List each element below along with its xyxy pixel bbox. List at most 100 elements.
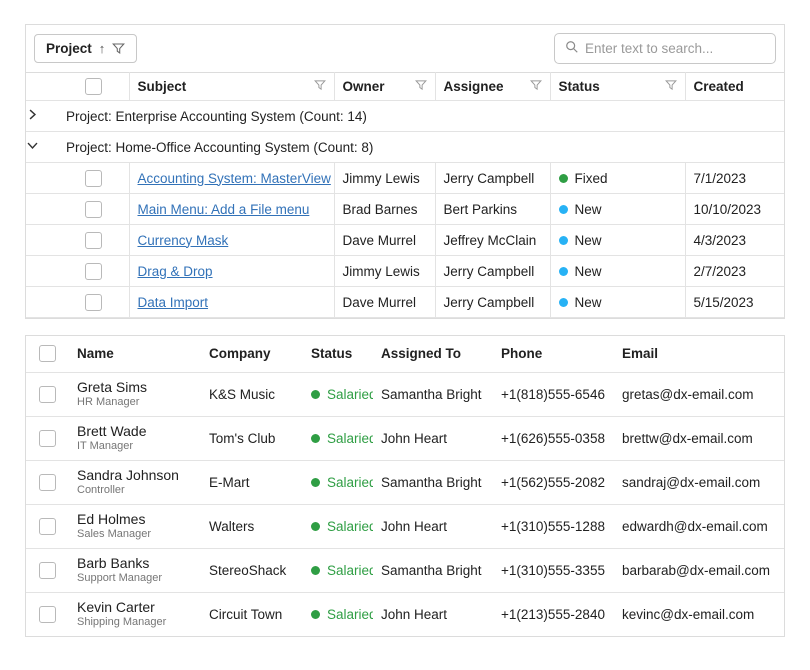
owner-cell: Jimmy Lewis — [334, 256, 435, 287]
subject-link[interactable]: Currency Mask — [138, 233, 229, 248]
status-dot — [311, 434, 320, 443]
column-header-status[interactable]: Status — [303, 336, 373, 372]
table-row[interactable]: Kevin Carter Shipping Manager Circuit To… — [26, 592, 784, 636]
phone-cell: +1(310)555-3355 — [493, 548, 614, 592]
status-label: Salaried — [327, 475, 373, 490]
row-checkbox[interactable] — [85, 263, 102, 280]
column-header-created[interactable]: Created — [685, 73, 784, 101]
assigned-to-cell: Samantha Bright — [373, 372, 493, 416]
employee-title: Controller — [77, 484, 193, 497]
table-row[interactable]: Brett Wade IT Manager Tom's Club Salarie… — [26, 416, 784, 460]
company-cell: Circuit Town — [201, 592, 303, 636]
status-dot — [311, 522, 320, 531]
assignee-cell: Jerry Campbell — [435, 163, 550, 194]
subject-link[interactable]: Accounting System: MasterView — [138, 171, 331, 186]
subject-link[interactable]: Main Menu: Add a File menu — [138, 202, 310, 217]
email-cell: kevinc@dx-email.com — [614, 592, 784, 636]
email-cell: gretas@dx-email.com — [614, 372, 784, 416]
grid-toolbar: Project ↑ — [26, 25, 784, 72]
column-header-company[interactable]: Company — [201, 336, 303, 372]
table-row[interactable]: Currency Mask Dave Murrel Jeffrey McClai… — [26, 225, 784, 256]
assignee-cell: Jerry Campbell — [435, 287, 550, 318]
company-cell: K&S Music — [201, 372, 303, 416]
filter-icon[interactable] — [665, 79, 677, 94]
search-input[interactable] — [585, 41, 765, 56]
row-checkbox[interactable] — [39, 562, 56, 579]
employee-name: Kevin Carter — [77, 599, 193, 616]
subject-link[interactable]: Drag & Drop — [138, 264, 213, 279]
filter-icon[interactable] — [314, 79, 326, 94]
status-dot — [559, 205, 568, 214]
employee-title: Shipping Manager — [77, 616, 193, 629]
phone-cell: +1(626)555-0358 — [493, 416, 614, 460]
owner-cell: Brad Barnes — [334, 194, 435, 225]
collapse-chevron-down-icon[interactable] — [26, 139, 39, 152]
status-dot — [311, 566, 320, 575]
row-checkbox[interactable] — [39, 606, 56, 623]
filter-icon[interactable] — [112, 42, 125, 55]
row-checkbox[interactable] — [85, 201, 102, 218]
expand-chevron-right-icon[interactable] — [26, 108, 39, 121]
table-row[interactable]: Main Menu: Add a File menu Brad Barnes B… — [26, 194, 784, 225]
employee-title: IT Manager — [77, 440, 193, 453]
owner-cell: Dave Murrel — [334, 287, 435, 318]
table-row[interactable]: Accounting System: MasterView Jimmy Lewi… — [26, 163, 784, 194]
group-row[interactable]: Project: Enterprise Accounting System (C… — [26, 101, 784, 132]
group-row[interactable]: Project: Home-Office Accounting System (… — [26, 132, 784, 163]
status-label: Salaried — [327, 519, 373, 534]
table-row[interactable]: Sandra Johnson Controller E-Mart Salarie… — [26, 460, 784, 504]
column-header-status[interactable]: Status — [550, 73, 685, 101]
status-dot — [559, 174, 568, 183]
email-cell: edwardh@dx-email.com — [614, 504, 784, 548]
search-box[interactable] — [554, 33, 776, 64]
column-header-subject[interactable]: Subject — [129, 73, 334, 101]
status-dot — [559, 298, 568, 307]
group-row-label: Project: Home-Office Accounting System (… — [58, 132, 784, 163]
select-all-checkbox[interactable] — [39, 345, 56, 362]
owner-cell: Dave Murrel — [334, 225, 435, 256]
row-checkbox[interactable] — [39, 474, 56, 491]
row-checkbox[interactable] — [39, 430, 56, 447]
filter-icon[interactable] — [415, 79, 427, 94]
status-dot — [311, 478, 320, 487]
column-header-name[interactable]: Name — [69, 336, 201, 372]
filter-icon[interactable] — [530, 79, 542, 94]
created-cell: 2/7/2023 — [685, 256, 784, 287]
row-checkbox[interactable] — [85, 170, 102, 187]
status-dot — [311, 390, 320, 399]
row-checkbox[interactable] — [39, 518, 56, 535]
group-panel-chip-project[interactable]: Project ↑ — [34, 34, 137, 63]
column-header-email[interactable]: Email — [614, 336, 784, 372]
table-row[interactable]: Data Import Dave Murrel Jerry Campbell N… — [26, 287, 784, 318]
row-checkbox[interactable] — [39, 386, 56, 403]
company-cell: E-Mart — [201, 460, 303, 504]
owner-cell: Jimmy Lewis — [334, 163, 435, 194]
assignee-cell: Jeffrey McClain — [435, 225, 550, 256]
table-row[interactable]: Ed Holmes Sales Manager Walters Salaried… — [26, 504, 784, 548]
column-header-phone[interactable]: Phone — [493, 336, 614, 372]
row-checkbox[interactable] — [85, 232, 102, 249]
issues-table: Subject Owner Assignee Status Cr — [26, 72, 784, 318]
created-cell: 7/1/2023 — [685, 163, 784, 194]
issues-grid: Project ↑ Subject — [25, 24, 785, 319]
sort-ascending-icon: ↑ — [99, 41, 106, 56]
status-dot — [559, 236, 568, 245]
assigned-to-cell: John Heart — [373, 416, 493, 460]
row-checkbox[interactable] — [85, 294, 102, 311]
group-row-label: Project: Enterprise Accounting System (C… — [58, 101, 784, 132]
table-row[interactable]: Greta Sims HR Manager K&S Music Salaried… — [26, 372, 784, 416]
column-header-owner[interactable]: Owner — [334, 73, 435, 101]
assignee-cell: Jerry Campbell — [435, 256, 550, 287]
subject-link[interactable]: Data Import — [138, 295, 209, 310]
employee-name: Barb Banks — [77, 555, 193, 572]
company-cell: Tom's Club — [201, 416, 303, 460]
status-label: New — [575, 264, 602, 279]
table-row[interactable]: Barb Banks Support Manager StereoShack S… — [26, 548, 784, 592]
table-row[interactable]: Drag & Drop Jimmy Lewis Jerry Campbell N… — [26, 256, 784, 287]
select-all-checkbox[interactable] — [85, 78, 102, 95]
company-cell: Walters — [201, 504, 303, 548]
column-header-assignee[interactable]: Assignee — [435, 73, 550, 101]
column-header-assigned-to[interactable]: Assigned To — [373, 336, 493, 372]
employees-table: Name Company Status Assigned To Phone Em… — [26, 336, 784, 636]
created-cell: 10/10/2023 — [685, 194, 784, 225]
